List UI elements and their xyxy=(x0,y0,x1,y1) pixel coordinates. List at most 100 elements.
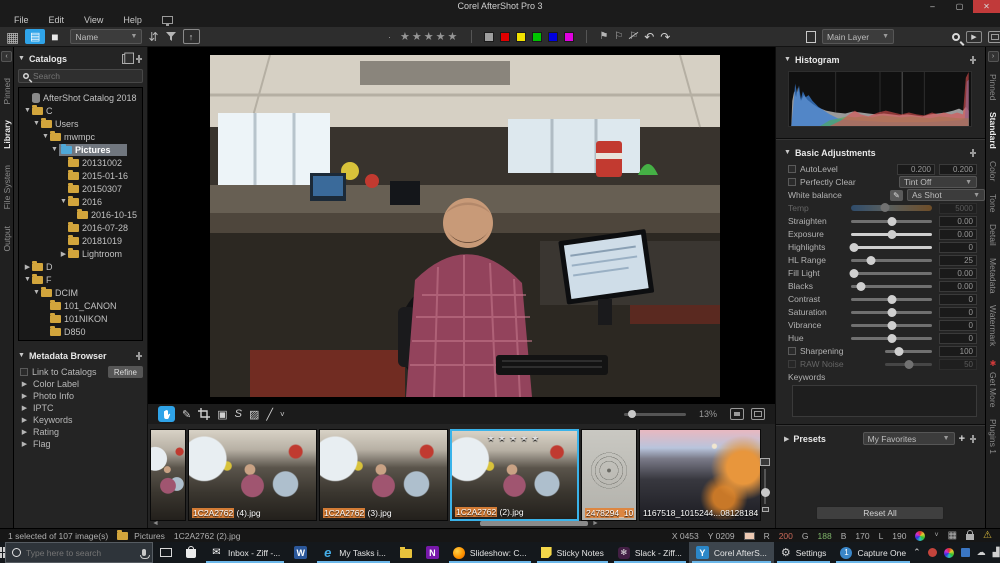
highlights-slider[interactable] xyxy=(851,246,932,249)
tray-app-color-icon[interactable] xyxy=(944,548,954,558)
line-tool-icon[interactable]: ╱ xyxy=(266,408,273,421)
fullscreen-icon[interactable] xyxy=(988,31,1000,43)
tree-item[interactable]: 20150307 xyxy=(19,182,142,195)
tree-item[interactable]: ▼mwmpc xyxy=(19,130,142,143)
tray-app-blue-icon[interactable] xyxy=(961,548,970,557)
fill-light-value[interactable]: 0.00 xyxy=(939,268,977,279)
tree-item[interactable]: D850 xyxy=(19,325,142,338)
add-preset-icon[interactable]: + xyxy=(959,433,965,445)
chevron-down-icon[interactable]: ▼ xyxy=(32,289,41,296)
blacks-value[interactable]: 0.00 xyxy=(939,281,977,292)
saturation-slider[interactable] xyxy=(851,311,932,314)
chevron-down-icon[interactable]: ▼ xyxy=(23,276,32,283)
slider-thumb[interactable] xyxy=(895,347,904,356)
taskbar-firefox[interactable]: Slideshow: C... xyxy=(446,542,534,563)
tree-item[interactable]: ▼DCIM xyxy=(19,286,142,299)
chevron-down-icon[interactable]: ▼ xyxy=(23,107,32,114)
chevron-right-icon[interactable]: ▶ xyxy=(20,416,29,424)
thumbnail-selected[interactable]: ★★★★★ 1C2A2762 (2).jpg xyxy=(450,429,579,521)
maximize-button[interactable]: ▢ xyxy=(946,0,973,13)
label-blue-chip[interactable] xyxy=(548,32,558,42)
taskbar-search-input[interactable] xyxy=(26,548,137,558)
white-balance-select[interactable]: As Shot▼ xyxy=(907,189,985,201)
tree-item[interactable]: ▼C xyxy=(19,104,142,117)
network-icon[interactable]: ▟ xyxy=(993,547,1000,558)
undo-icon[interactable]: ↶ xyxy=(644,31,654,43)
single-view-icon[interactable]: ■ xyxy=(51,31,58,43)
hue-slider[interactable] xyxy=(851,337,932,340)
zoom-slider-thumb[interactable] xyxy=(628,410,636,418)
close-button[interactable]: ✕ xyxy=(973,0,1000,13)
rating-stars[interactable]: ★★★★★ xyxy=(400,30,459,43)
tree-item[interactable]: 20131002 xyxy=(19,156,142,169)
export-icon[interactable]: ↑ xyxy=(183,29,200,44)
tab-detail[interactable]: Detail xyxy=(988,224,998,246)
collapse-right-panel-icon[interactable]: › xyxy=(988,51,999,62)
taskbar-word[interactable]: W xyxy=(287,542,314,563)
contrast-slider[interactable] xyxy=(851,298,932,301)
perfectly-clear-checkbox[interactable] xyxy=(788,178,796,186)
chevron-right-icon[interactable]: ▶ xyxy=(20,428,29,436)
pin-icon[interactable] xyxy=(135,352,143,360)
slider-thumb[interactable] xyxy=(887,321,896,330)
label-yellow-chip[interactable] xyxy=(516,32,526,42)
more-tools-chevron-icon[interactable]: ˅ xyxy=(280,410,285,419)
exposure-value[interactable]: 0.00 xyxy=(939,229,977,240)
saturation-value[interactable]: 0 xyxy=(939,307,977,318)
color-profile-icon[interactable] xyxy=(915,531,925,541)
fill-light-slider[interactable] xyxy=(851,272,932,275)
chevron-down-icon[interactable]: ▼ xyxy=(50,146,59,153)
blacks-slider[interactable] xyxy=(851,285,932,288)
contrast-value[interactable]: 0 xyxy=(939,294,977,305)
label-red-chip[interactable] xyxy=(500,32,510,42)
reset-all-button[interactable]: Reset All xyxy=(816,506,944,520)
straighten-slider[interactable] xyxy=(851,220,932,223)
tab-color[interactable]: Color xyxy=(988,161,998,181)
layer-select[interactable]: Main Layer▼ xyxy=(822,29,894,44)
hl-range-slider[interactable] xyxy=(851,259,932,262)
flag-reject-icon[interactable]: ⚐ xyxy=(614,31,623,42)
flag-pick-icon[interactable]: ⚑ xyxy=(599,31,608,42)
catalog-search[interactable] xyxy=(18,69,143,83)
tab-metadata[interactable]: Metadata xyxy=(988,258,998,293)
collapse-left-panel-icon[interactable]: ‹ xyxy=(1,51,12,62)
highlights-value[interactable]: 0 xyxy=(939,242,977,253)
tray-app-red-icon[interactable] xyxy=(928,548,937,557)
metadata-item[interactable]: ▶Color Label xyxy=(18,378,143,390)
thumbnail-partial[interactable] xyxy=(150,429,186,521)
sharpening-slider[interactable] xyxy=(885,350,932,353)
thumbnail-view-icon[interactable]: ▤ xyxy=(25,29,45,44)
grid-view-icon[interactable]: ▦ xyxy=(6,30,19,44)
tab-pinned-left[interactable]: Pinned xyxy=(2,78,12,104)
redeye-tool-icon[interactable]: ▣ xyxy=(217,408,227,421)
warning-icon[interactable]: ⚠ xyxy=(983,530,992,541)
temp-slider[interactable] xyxy=(851,205,932,211)
pin-icon[interactable] xyxy=(969,435,977,443)
tree-item-selected[interactable]: ▼Pictures xyxy=(19,143,142,156)
minimize-button[interactable]: – xyxy=(919,0,946,13)
small-thumb-icon[interactable] xyxy=(762,507,769,512)
sharpening-value[interactable]: 100 xyxy=(939,346,977,357)
tab-watermark[interactable]: Watermark xyxy=(988,305,998,346)
metadata-item[interactable]: ▶Photo Info xyxy=(18,390,143,402)
catalog-search-input[interactable] xyxy=(33,71,133,81)
lock-icon[interactable] xyxy=(966,534,974,540)
slider-thumb[interactable] xyxy=(887,334,896,343)
pin-icon[interactable] xyxy=(969,56,977,64)
tab-get-more[interactable]: Get More xyxy=(988,372,998,407)
chevron-right-icon[interactable]: ▶ xyxy=(20,404,29,412)
taskbar-edge[interactable]: eMy Tasks i... xyxy=(314,542,393,563)
temp-value[interactable]: 5000 xyxy=(939,203,977,214)
pin-icon[interactable] xyxy=(969,149,977,157)
autolevel-value-1[interactable]: 0.200 xyxy=(897,164,935,175)
tree-item[interactable]: AfterShot Catalog 2018 xyxy=(19,91,142,104)
tree-item[interactable]: 20181019 xyxy=(19,234,142,247)
tree-item[interactable]: ▼F xyxy=(19,273,142,286)
metadata-item[interactable]: ▶Rating xyxy=(18,426,143,438)
filmstrip-next-icon[interactable]: ► xyxy=(592,520,599,527)
tint-select[interactable]: Tint Off▼ xyxy=(899,176,977,188)
thumbnail[interactable]: 1C2A2762 (4).jpg xyxy=(188,429,317,521)
slider-thumb[interactable] xyxy=(887,308,896,317)
fit-screen-icon[interactable] xyxy=(751,408,765,420)
menu-view[interactable]: View xyxy=(74,15,113,25)
